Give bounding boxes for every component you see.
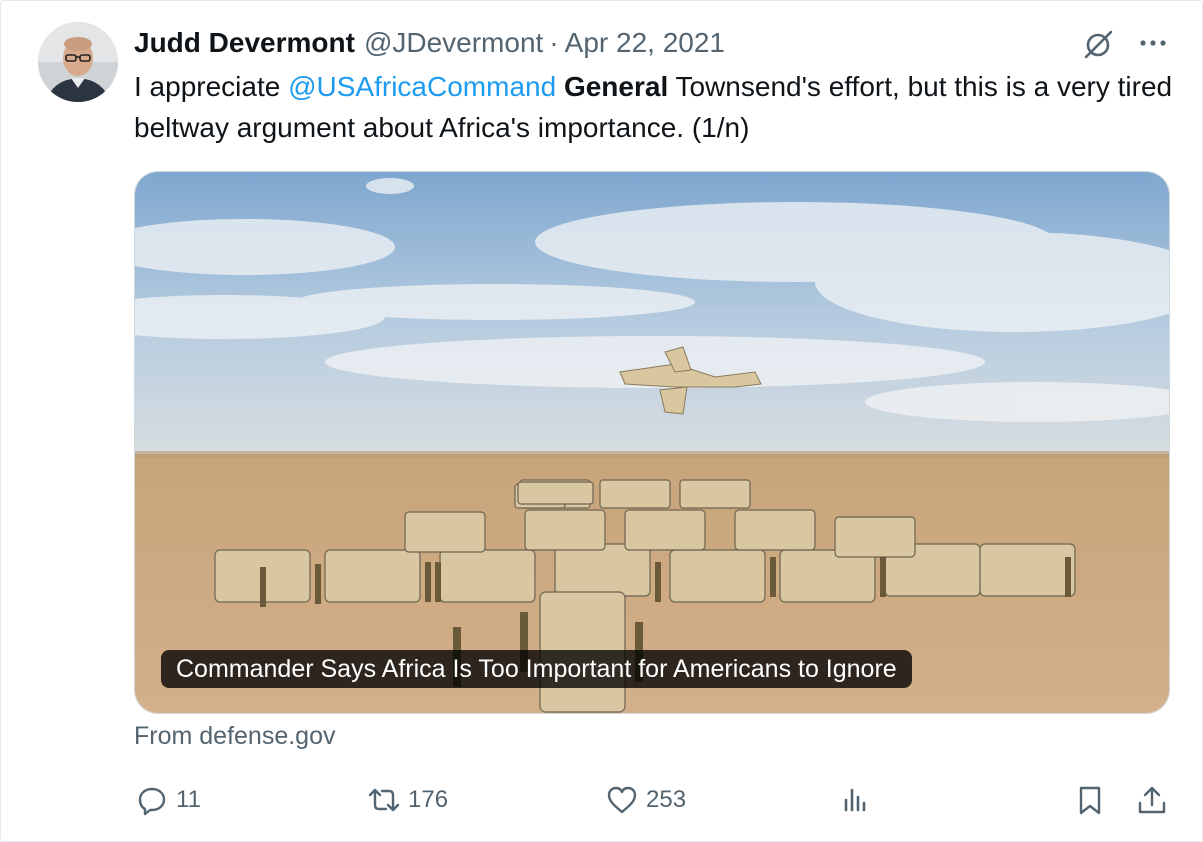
card-source[interactable]: From defense.gov	[134, 722, 336, 751]
share-button[interactable]	[1136, 783, 1168, 817]
more-dots-icon[interactable]	[1136, 28, 1170, 58]
avatar[interactable]	[38, 22, 118, 102]
reply-button[interactable]: 11	[136, 783, 201, 817]
author-name[interactable]: Judd Devermont	[134, 27, 355, 59]
tweet-date[interactable]: Apr 22, 2021	[565, 27, 725, 59]
card-headline[interactable]: Commander Says Africa Is Too Important f…	[161, 650, 912, 688]
bookmark-icon	[1079, 786, 1101, 815]
bold-word: General	[563, 71, 669, 102]
slashed-circle-icon[interactable]	[1080, 26, 1116, 62]
mention-link[interactable]: @USAfricaCommand	[288, 71, 556, 102]
reply-count: 11	[176, 786, 201, 813]
reply-icon	[138, 787, 166, 816]
tweet-header: Judd Devermont @JDevermont · Apr 22, 202…	[134, 24, 725, 62]
separator-dot: ·	[549, 27, 559, 58]
retweet-count: 176	[408, 786, 449, 813]
share-icon	[1138, 786, 1166, 814]
heart-icon	[607, 786, 637, 814]
tweet-text: I appreciate @USAfricaCommand General To…	[134, 66, 1174, 148]
bookmark-button[interactable]	[1074, 783, 1106, 817]
card-image	[135, 172, 1169, 713]
tweet-text-part	[556, 71, 564, 102]
views-chart-icon	[844, 788, 866, 812]
tweet-text-part: I appreciate	[134, 71, 289, 102]
retweet-button[interactable]: 176	[368, 783, 448, 817]
retweet-icon	[368, 788, 400, 812]
like-button[interactable]: 253	[606, 783, 686, 817]
like-count: 253	[646, 786, 687, 813]
author-handle[interactable]: @JDevermont	[364, 27, 543, 59]
avatar-photo	[38, 22, 118, 102]
action-bar: 11 176 253	[0, 775, 1203, 825]
views-button[interactable]	[840, 783, 872, 817]
link-card[interactable]: Commander Says Africa Is Too Important f…	[134, 171, 1170, 714]
